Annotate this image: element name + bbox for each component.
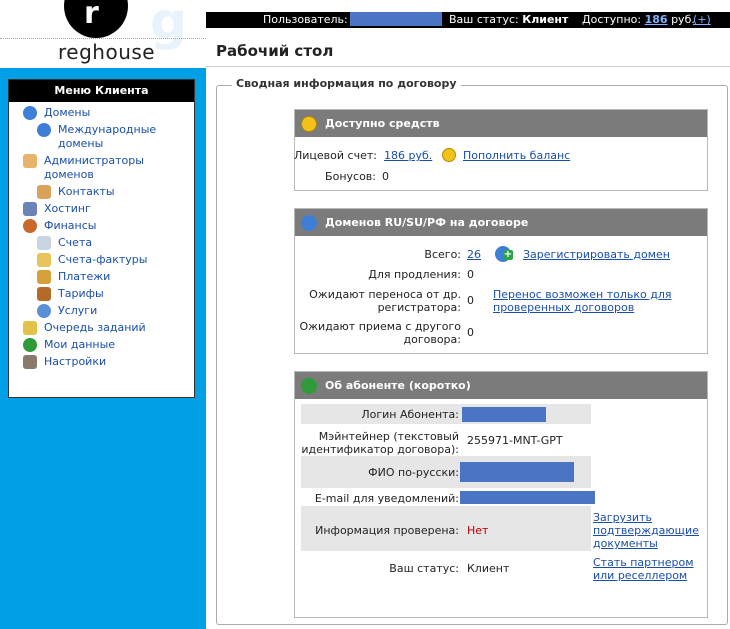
menu-item-intl-domains[interactable]: Международные домены [9, 123, 194, 151]
add-funds-link-wrap: (+) [693, 12, 711, 28]
transfer-out-label-2: регистратора: [377, 301, 461, 314]
verified-value: Нет [467, 524, 489, 537]
logo-dotted-line [0, 38, 206, 39]
top-status-bar: Пользователь: Ваш статус: Клиент Доступн… [206, 12, 730, 28]
verified-label: Информация проверена: [315, 524, 459, 537]
finance-icon [23, 219, 37, 233]
menu-item-settings[interactable]: Настройки [9, 355, 194, 369]
menu-item-services[interactable]: Услуги [9, 304, 194, 318]
transfer-out-value: 0 [467, 294, 474, 307]
become-partner-link-2[interactable]: или реселлером [593, 569, 687, 582]
queue-icon [23, 321, 37, 335]
bonus-value: 0 [382, 170, 389, 183]
main-content: Рабочий стол Сводная информация по догов… [206, 28, 730, 629]
services-icon [37, 304, 51, 318]
maintainer-value: 255971-MNT-GPT [467, 434, 563, 447]
menu-item-payments[interactable]: Платежи [9, 270, 194, 284]
topup-coin-icon [442, 148, 456, 162]
logo[interactable]: g r reghouse [0, 0, 206, 68]
transfer-link-line-2[interactable]: проверенных договоров [493, 301, 634, 314]
redacted-login [462, 407, 546, 422]
globe-icon [301, 214, 317, 231]
title-divider [206, 66, 730, 67]
total-domains-link[interactable]: 26 [467, 248, 481, 261]
menu-item-finance[interactable]: Финансы [9, 219, 194, 233]
transfer-in-label-2: договора: [403, 333, 462, 346]
payments-icon [37, 270, 51, 284]
subscriber-panel-header: Об абоненте (коротко) [295, 372, 707, 399]
account-label: Лицевой счет: [294, 149, 377, 162]
logo-letter: r [84, 0, 99, 31]
menu-item-queue[interactable]: Очередь заданий [9, 321, 194, 335]
menu-item-hosting[interactable]: Хостинг [9, 202, 194, 216]
status-label: Ваш статус: [389, 562, 459, 575]
domains-globe-icon [23, 106, 37, 120]
tax-invoice-icon [37, 253, 51, 267]
info-icon [23, 338, 37, 352]
settings-icon [23, 355, 37, 369]
menu-item-tax-invoices[interactable]: Счета-фактуры [9, 253, 194, 267]
renew-value: 0 [467, 268, 474, 281]
upload-docs-link-2[interactable]: подтверждающие [593, 524, 699, 537]
user-info: Пользователь: [263, 12, 442, 28]
menu-item-admins[interactable]: Администраторы доменов [9, 154, 194, 182]
tariffs-icon [37, 287, 51, 301]
upload-docs-link-3[interactable]: документы [593, 537, 658, 550]
page-title: Рабочий стол [216, 42, 334, 60]
domains-panel-header: Доменов RU/SU/РФ на договоре [295, 209, 707, 236]
total-domains-label: Всего: [424, 248, 461, 261]
redacted-email [460, 491, 595, 504]
fieldset-legend: Сводная информация по договору [232, 77, 461, 90]
intl-domains-icon [37, 123, 51, 137]
contacts-icon [37, 185, 51, 199]
admins-icon [23, 154, 37, 168]
become-partner-link-1[interactable]: Стать партнером [593, 556, 694, 569]
logo-text: reghouse [58, 40, 156, 64]
left-column: g r reghouse Меню Клиента Домены Междуна… [0, 0, 206, 629]
transfer-in-value: 0 [467, 326, 474, 339]
fio-label: ФИО по-русски: [368, 466, 459, 479]
status-value: Клиент [467, 562, 510, 575]
coin-icon [301, 115, 317, 132]
menu-item-invoices[interactable]: Счета [9, 236, 194, 250]
upload-docs-link-1[interactable]: Загрузить [593, 511, 652, 524]
maintainer-label-1: Мэйнтейнер (текстовый [318, 430, 459, 443]
topup-balance-link[interactable]: Пополнить баланс [463, 149, 570, 162]
add-funds-link[interactable]: (+) [693, 13, 711, 26]
redacted-username [349, 12, 442, 26]
register-domain-link[interactable]: Зарегистрировать домен [523, 248, 670, 261]
funds-panel-header: Доступно средств [295, 110, 707, 137]
login-label: Логин Абонента: [361, 408, 459, 421]
info-icon [301, 377, 317, 394]
balance-info: Доступно: 186 руб. [582, 13, 695, 26]
balance-amount-link[interactable]: 186 [645, 13, 668, 26]
account-balance-link[interactable]: 186 руб. [384, 149, 432, 162]
register-domain-icon [495, 246, 513, 262]
bonus-label: Бонусов: [325, 170, 376, 183]
transfer-in-label-1: Ожидают приема с другого [299, 320, 461, 333]
renew-label: Для продления: [368, 268, 461, 281]
menu-item-tariffs[interactable]: Тарифы [9, 287, 194, 301]
menu-item-contacts[interactable]: Контакты [9, 185, 194, 199]
menu-item-my-data[interactable]: Мои данные [9, 338, 194, 352]
redacted-fio [460, 462, 574, 482]
menu-title: Меню Клиента [9, 80, 194, 102]
menu-item-domains[interactable]: Домены [9, 106, 194, 120]
transfer-out-label-1: Ожидают переноса от др. [309, 288, 461, 301]
transfer-link-line-1[interactable]: Перенос возможен только для [493, 288, 672, 301]
status-info: Ваш статус: Клиент [449, 13, 569, 26]
client-menu: Меню Клиента Домены Международные домены… [8, 79, 195, 398]
hosting-icon [23, 202, 37, 216]
maintainer-label-2: идентификатор договора): [301, 443, 459, 456]
invoice-icon [37, 236, 51, 250]
email-label: E-mail для уведомлений: [314, 492, 459, 505]
logo-watermark: g [150, 0, 188, 52]
